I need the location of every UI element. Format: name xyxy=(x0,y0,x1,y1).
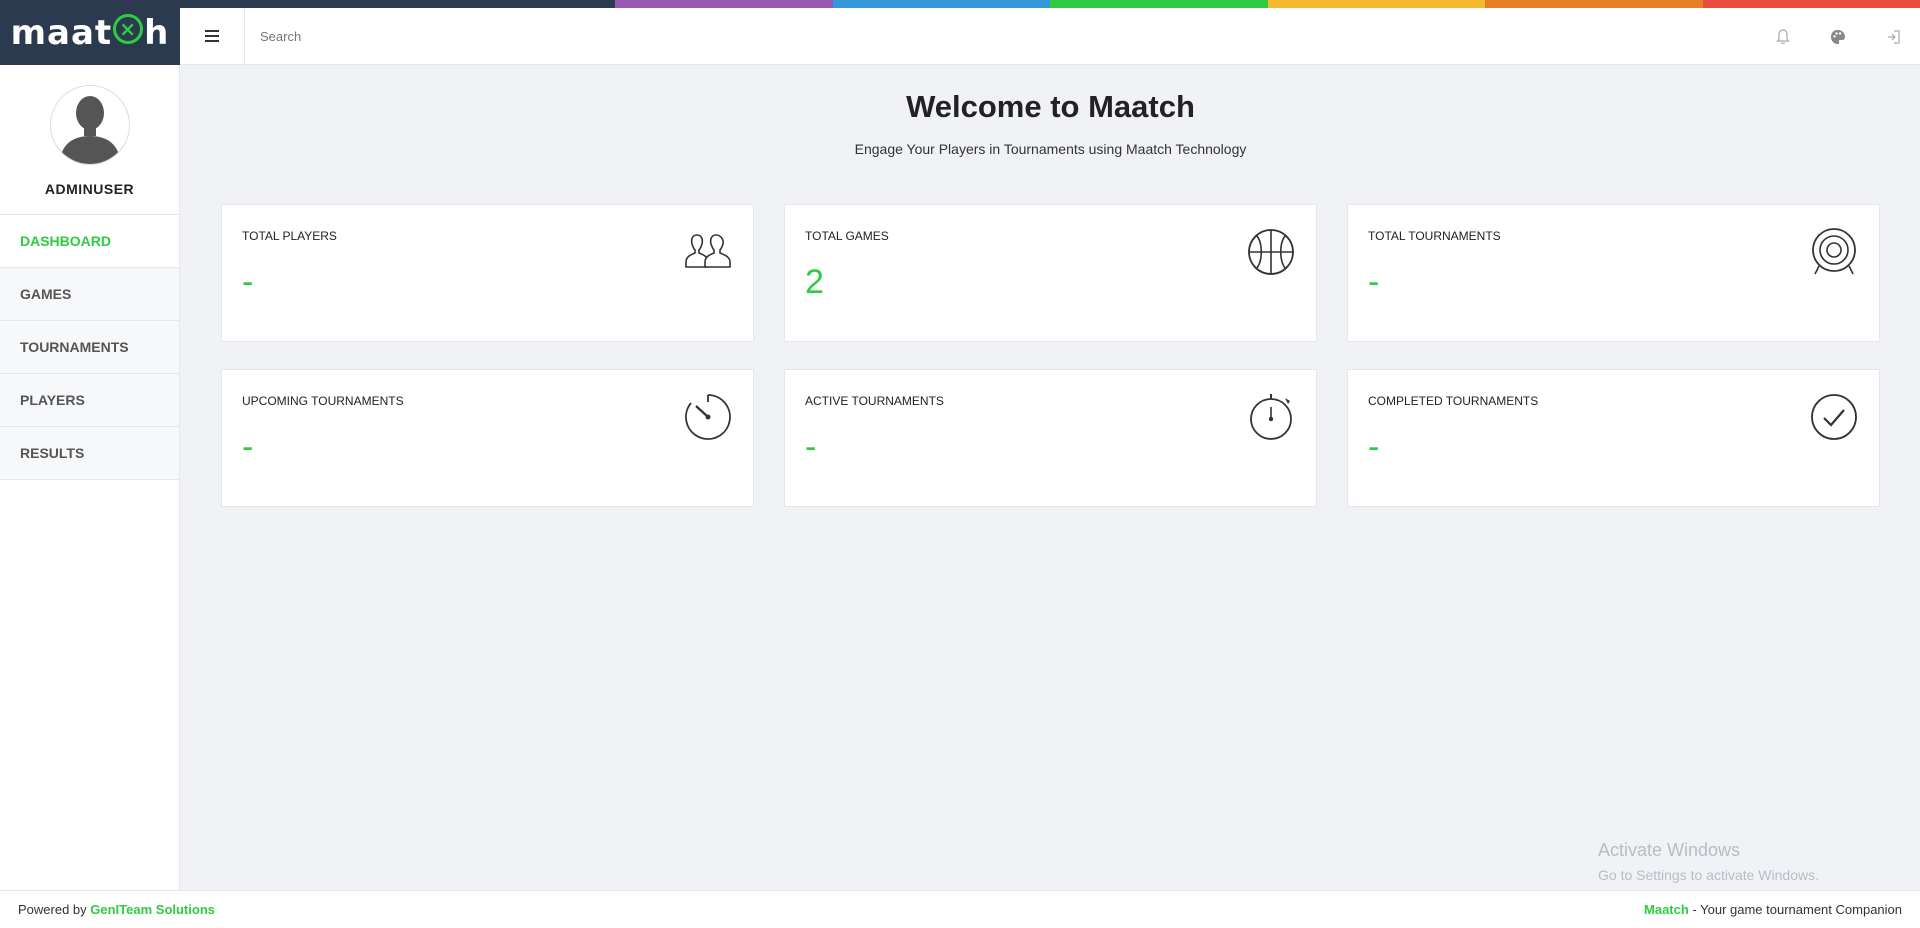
timer-icon xyxy=(685,394,731,440)
sidebar-item-tournaments[interactable]: TOURNAMENTS xyxy=(0,321,179,374)
logo-wordmark: maat × h xyxy=(11,13,170,53)
palette-icon xyxy=(1830,29,1845,44)
stat-card-total-games[interactable]: TOTAL GAMES 2 xyxy=(784,204,1317,342)
hamburger-icon xyxy=(205,30,219,42)
sidebar-item-dashboard[interactable]: DASHBOARD xyxy=(0,215,179,268)
sidebar: ADMINUSER DASHBOARD GAMES TOURNAMENTS PL… xyxy=(0,65,180,890)
stripe-segment xyxy=(1267,0,1485,8)
top-color-stripe xyxy=(180,0,1920,8)
username: ADMINUSER xyxy=(44,181,135,197)
card-value: - xyxy=(1368,428,1380,466)
logo-x-mark: × xyxy=(113,13,144,44)
logo-text-left: maat xyxy=(10,12,113,53)
page-title: Welcome to Maatch xyxy=(906,89,1195,124)
top-bar xyxy=(180,7,1920,65)
footer-tagline: - Your game tournament Companion xyxy=(1688,902,1902,917)
stripe-segment xyxy=(1702,0,1920,8)
card-label: COMPLETED TOURNAMENTS xyxy=(1368,394,1539,408)
card-label: TOTAL PLAYERS xyxy=(242,229,337,243)
stripe-segment xyxy=(1050,0,1268,8)
users-icon xyxy=(685,234,731,268)
logout-icon xyxy=(1887,29,1900,44)
main-content: Welcome to Maatch Engage Your Players in… xyxy=(181,65,1920,890)
menu-toggle-button[interactable] xyxy=(180,7,245,65)
card-value: - xyxy=(242,428,254,466)
stripe-segment xyxy=(397,0,615,8)
card-value: 2 xyxy=(805,263,824,301)
stopwatch-icon xyxy=(1250,394,1292,440)
page-subtitle: Engage Your Players in Tournaments using… xyxy=(854,141,1247,157)
logo[interactable]: maat × h xyxy=(0,0,180,65)
watermark-subtitle: Go to Settings to activate Windows. xyxy=(1598,867,1819,883)
avatar[interactable] xyxy=(49,85,130,165)
card-label: TOTAL TOURNAMENTS xyxy=(1368,229,1501,243)
stat-card-total-tournaments[interactable]: TOTAL TOURNAMENTS - xyxy=(1347,204,1880,342)
top-icons xyxy=(1755,8,1920,65)
card-label: ACTIVE TOURNAMENTS xyxy=(805,394,944,408)
stripe-segment xyxy=(615,0,833,8)
sidebar-item-results[interactable]: RESULTS xyxy=(0,427,179,480)
card-value: - xyxy=(1368,263,1380,301)
search-input[interactable] xyxy=(260,28,860,44)
user-silhouette-icon xyxy=(58,96,121,164)
sidebar-item-games[interactable]: GAMES xyxy=(0,268,179,321)
check-circle-icon xyxy=(1811,394,1857,440)
stat-card-upcoming-tournaments[interactable]: UPCOMING TOURNAMENTS - xyxy=(221,369,754,507)
footer-powered-prefix: Powered by xyxy=(18,902,91,917)
notifications-button[interactable] xyxy=(1755,8,1810,65)
logo-text-right: h xyxy=(144,12,170,53)
basketball-icon xyxy=(1248,229,1294,275)
bell-icon xyxy=(1775,28,1790,44)
card-value: - xyxy=(805,428,817,466)
footer: Powered by GenITeam Solutions Maatch - Y… xyxy=(0,890,1920,928)
stat-card-completed-tournaments[interactable]: COMPLETED TOURNAMENTS - xyxy=(1347,369,1880,507)
card-label: TOTAL GAMES xyxy=(805,229,889,243)
footer-company-link[interactable]: GenITeam Solutions xyxy=(90,902,215,917)
card-value: - xyxy=(242,263,254,301)
footer-brand: Maatch xyxy=(1644,902,1689,917)
footer-left: Powered by GenITeam Solutions xyxy=(18,902,215,917)
stat-card-active-tournaments[interactable]: ACTIVE TOURNAMENTS - xyxy=(784,369,1317,507)
logout-button[interactable] xyxy=(1865,8,1920,65)
target-icon xyxy=(1812,228,1856,275)
watermark-title: Activate Windows xyxy=(1598,840,1741,860)
stripe-segment xyxy=(832,0,1050,8)
theme-button[interactable] xyxy=(1810,8,1865,65)
stripe-segment xyxy=(1485,0,1703,8)
footer-right: Maatch - Your game tournament Companion xyxy=(1644,902,1902,917)
sidebar-item-players[interactable]: PLAYERS xyxy=(0,374,179,427)
windows-activation-watermark: Activate Windows Go to Settings to activ… xyxy=(1598,840,1819,883)
stat-card-total-players[interactable]: TOTAL PLAYERS - xyxy=(221,204,754,342)
card-label: UPCOMING TOURNAMENTS xyxy=(242,394,404,408)
user-profile: ADMINUSER xyxy=(0,65,179,215)
